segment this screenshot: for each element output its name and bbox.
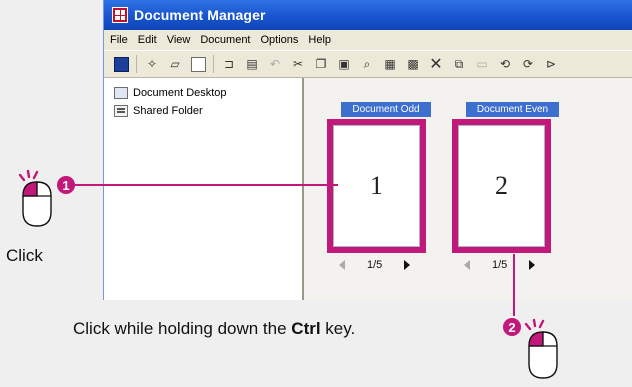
paste-icon[interactable]: ▣ [335,55,353,73]
document-even-page: 2 [458,125,545,247]
mouse-click-icon [18,169,52,227]
toolbar-separator [136,55,137,73]
duplicate-icon[interactable]: ⧉ [450,55,468,73]
rotate-left-icon[interactable]: ⟲ [496,55,514,73]
previous-page-icon[interactable] [464,260,470,270]
find-icon[interactable]: ⌕ [358,55,376,73]
menu-bar: File Edit View Document Options Help [104,30,632,50]
menu-document[interactable]: Document [200,34,250,46]
step-2-instruction: Click while holding down the Ctrl key. [73,319,355,339]
delete-icon[interactable]: ✕ [427,55,445,73]
document-odd-pager: 1/5 [339,259,411,271]
page-counter: 1/5 [367,259,383,271]
menu-file[interactable]: File [110,34,128,46]
fax-icon[interactable]: ⊐ [220,55,238,73]
next-page-icon[interactable] [404,260,411,270]
application-window: Document Manager File Edit View Document… [103,0,632,300]
menu-help[interactable]: Help [308,34,331,46]
document-even-pager: 1/5 [464,259,536,271]
page-counter: 1/5 [492,259,508,271]
title-bar[interactable]: Document Manager [104,0,632,30]
main-content: Document Desktop Shared Folder Document … [104,78,632,300]
open-icon[interactable]: ▱ [166,55,184,73]
undo-icon[interactable]: ↶ [266,55,284,73]
step-1-badge: 1 [57,176,75,194]
document-icon[interactable] [112,55,130,73]
copy-icon[interactable]: ❐ [312,55,330,73]
toolbar-separator [213,55,214,73]
step-2-callout-line [513,254,515,316]
instruction-text-after: key. [320,319,356,338]
next-page-icon[interactable] [529,260,536,270]
rotate-icon[interactable]: ⊳ [542,55,560,73]
properties-icon[interactable]: ▭ [473,55,491,73]
menu-edit[interactable]: Edit [138,34,157,46]
desktop-icon [114,87,128,99]
print-icon[interactable]: ▤ [243,55,261,73]
window-title: Document Manager [134,7,266,23]
instruction-key: Ctrl [291,319,321,338]
view-icon[interactable]: ▦ [381,55,399,73]
shared-folder-icon [114,105,128,117]
save-icon[interactable] [189,55,207,73]
menu-view[interactable]: View [167,34,191,46]
document-odd-label[interactable]: Document Odd [341,102,431,117]
step-2-badge: 2 [503,318,521,336]
document-pane: Document Odd 1 1/5 Document Even 2 1/5 [304,78,632,300]
step-1-callout-line [74,184,338,186]
step-1-click-label: Click [6,246,43,265]
cut-icon[interactable]: ✂ [289,55,307,73]
tree-item-shared-folder[interactable]: Shared Folder [104,102,302,120]
rotate-right-icon[interactable]: ⟳ [519,55,537,73]
instruction-text-before: Click while holding down the [73,319,292,338]
tree-item-document-desktop[interactable]: Document Desktop [104,84,302,102]
folder-tree: Document Desktop Shared Folder [104,78,304,300]
previous-page-icon[interactable] [339,260,345,270]
tree-item-label: Shared Folder [133,105,203,117]
document-odd-thumbnail[interactable]: 1 [327,119,426,253]
tree-item-label: Document Desktop [133,87,227,99]
document-even-label[interactable]: Document Even [466,102,559,117]
menu-options[interactable]: Options [261,34,299,46]
document-even-thumbnail[interactable]: 2 [452,119,551,253]
document-odd-page: 1 [333,125,420,247]
mouse-click-icon [524,318,558,379]
toolbar: ✧ ▱ ⊐ ▤ ↶ ✂ ❐ ▣ ⌕ ▦ ▩ ✕ ⧉ ▭ ⟲ ⟳ ⊳ [104,50,632,78]
thumbnail-icon[interactable]: ▩ [404,55,422,73]
new-icon[interactable]: ✧ [143,55,161,73]
app-icon [112,7,128,23]
